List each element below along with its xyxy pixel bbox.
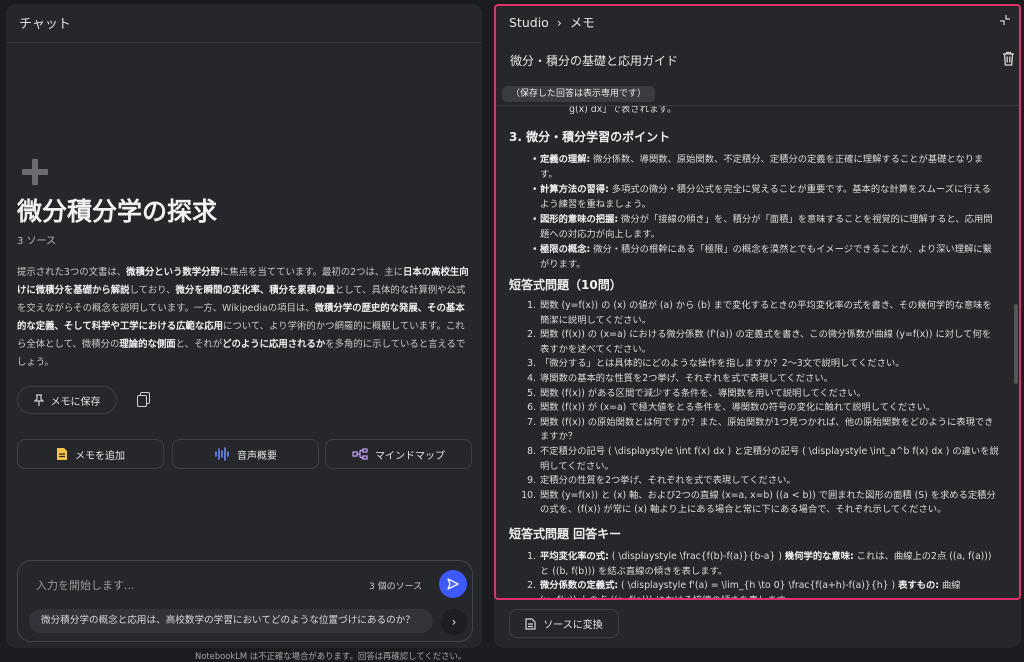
item-text: 定積分の性質を2つ挙げ、それぞれを式で表現してください。 xyxy=(540,475,796,487)
chat-input[interactable]: 入力を開始します... xyxy=(36,577,135,593)
mindmap-button[interactable]: マインドマップ xyxy=(325,439,472,469)
plus-icon xyxy=(22,159,48,185)
item-text: 関数 (y=f(x)) と (x) 軸、および2つの直線 (x=a, x=b) … xyxy=(540,489,996,516)
notebook-summary: 提示された3つの文書は、微積分という数学分野に焦点を当てています。最初の2つは、… xyxy=(17,267,469,368)
send-button[interactable] xyxy=(439,570,467,598)
list-item: 2. 関数 (f(x)) の (x=a) における微分係数 (f'(a)) の定義… xyxy=(527,328,1000,357)
item-text: 微分・積分の根幹にある「極限」の概念を漠然とでもイメージできることが、より深い理… xyxy=(540,244,992,270)
send-icon xyxy=(447,578,459,590)
add-memo-button[interactable]: メモを追加 xyxy=(17,439,164,469)
breadcrumb: Studio › メモ xyxy=(509,12,595,31)
source-count: 3 ソース xyxy=(17,236,57,247)
save-to-memo-button[interactable]: メモに保存 xyxy=(17,386,117,414)
chevron-right-icon[interactable]: › xyxy=(441,609,467,635)
item-number: 3. xyxy=(527,358,536,370)
convert-icon xyxy=(525,617,536,630)
item-term: 定義の理解: xyxy=(540,154,591,165)
list-item: 5. 関数 (f(x)) がある区間で減少する条件を、導関数を用いて説明してくださ… xyxy=(527,387,1000,402)
list-item: 6. 関数 (f(x)) が (x=a) で極大値をとる条件を、導関数の符号の変化… xyxy=(527,401,1000,416)
list-item: 計算方法の習得: 多項式の微分・積分公式を完全に覚えることが重要です。基本的な計… xyxy=(532,182,1000,212)
item-text: 関数 (y=f(x)) の (x) の値が (a) から (b) まで変化すると… xyxy=(540,300,992,326)
copy-icon[interactable] xyxy=(137,392,150,407)
scrollbar[interactable] xyxy=(1014,304,1018,384)
collapse-icon[interactable] xyxy=(999,14,1011,26)
audio-overview-label: 音声概要 xyxy=(237,450,277,462)
item-text: 関数 (f(x)) の原始関数とは何ですか？また、原始関数が1つ見つかれば、他の… xyxy=(540,416,994,443)
list-item: 8. 不定積分の記号 ( \displaystyle \int f(x) dx )… xyxy=(527,445,1000,474)
answer-key-list: 1. 平均変化率の式: ( \displaystyle \frac{f(b)-f(… xyxy=(527,550,1000,600)
list-item: 1. 関数 (y=f(x)) の (x) の値が (a) から (b) まで変化す… xyxy=(527,299,1000,328)
item-term: 表すもの: xyxy=(898,580,939,592)
list-item: 10. 関数 (y=f(x)) と (x) 軸、および2つの直線 (x=a, x=… xyxy=(521,489,1000,518)
suggested-question[interactable]: 微分積分学の概念と応用は、高校数学の学習においてどのような位置づけにあるのか？ xyxy=(29,609,433,633)
memo-title: 微分・積分の基礎と応用ガイド xyxy=(510,54,679,68)
item-number: 9. xyxy=(527,475,536,487)
add-memo-label: メモを追加 xyxy=(75,450,125,462)
chat-panel: チャット 微分積分学の探求 3 ソース 提示された3つの文書は、微積分という数学… xyxy=(6,4,482,648)
section-heading: 短答式問題（10問） xyxy=(509,278,622,292)
breadcrumb-studio[interactable]: Studio xyxy=(509,15,549,30)
item-text: 関数 (f(x)) の (x=a) における微分係数 (f'(a)) の定義式を… xyxy=(540,329,991,355)
list-item: 定義の理解: 微分係数、導関数、原始関数、不定積分、定積分の定義を正確に理解する… xyxy=(532,152,1000,182)
memo-partial-line: g(x) dx」で表されます。 xyxy=(569,106,677,115)
item-number: 2. xyxy=(527,580,536,592)
convert-to-source-label: ソースに変換 xyxy=(543,620,603,631)
item-number: 4. xyxy=(527,372,536,384)
list-item: 図形的意味の把握: 微分が「接線の傾き」を、積分が「面積」を意味することを視覚的… xyxy=(532,212,1000,242)
item-number: 1. xyxy=(527,551,536,562)
note-icon xyxy=(57,448,67,460)
section-heading: 3. 微分・積分学習のポイント xyxy=(509,130,671,144)
item-term: 計算方法の習得: xyxy=(540,184,609,195)
save-to-memo-label: メモに保存 xyxy=(50,396,101,408)
item-number: 7. xyxy=(527,416,536,428)
list-item: 4. 導関数の基本的な性質を2つ挙げ、それぞれを式で表現してください。 xyxy=(527,372,1000,387)
item-number: 5. xyxy=(527,387,536,399)
memo-content[interactable]: g(x) dx」で表されます。 3. 微分・積分学習のポイント 定義の理解: 微… xyxy=(494,106,1015,600)
mindmap-label: マインドマップ xyxy=(375,450,445,462)
convert-to-source-button[interactable]: ソースに変換 xyxy=(509,609,619,638)
item-text: 導関数の基本的な性質を2つ挙げ、それぞれを式で表現してください。 xyxy=(540,372,833,384)
item-text: ( \displaystyle f'(a) = \lim_{h \to 0} \… xyxy=(618,580,899,592)
item-number: 2. xyxy=(527,329,536,341)
disclaimer: NotebookLM は不正確な場合があります。回答は再確認してください。 xyxy=(195,651,467,661)
trash-icon[interactable] xyxy=(1002,51,1015,66)
item-text: 不定積分の記号 ( \displaystyle \int f(x) dx ) と… xyxy=(540,445,999,472)
list-item: 3. 「微分する」とは具体的にどのような操作を指しますか？2〜3文で説明してくださ… xyxy=(527,357,1000,372)
list-item: 極限の概念: 微分・積分の根幹にある「極限」の概念を漠然とでもイメージできること… xyxy=(532,242,1000,272)
studio-panel: Studio › メモ 微分・積分の基礎と応用ガイド （保存した回答は表示専用で… xyxy=(494,4,1021,648)
item-number: 1. xyxy=(527,300,536,311)
item-text: 関数 (f(x)) がある区間で減少する条件を、導関数を用いて説明してください。 xyxy=(540,387,866,399)
input-source-count: 3 個のソース xyxy=(369,582,423,592)
mindmap-icon xyxy=(352,448,368,460)
item-text: ( \displaystyle \frac{f(b)-f(a)}{b-a} ) xyxy=(608,551,785,562)
item-text: 「微分する」とは具体的にどのような操作を指しますか？2〜3文で説明してください。 xyxy=(540,358,905,370)
questions-list: 1. 関数 (y=f(x)) の (x) の値が (a) から (b) まで変化す… xyxy=(521,299,1000,518)
item-term: 幾何学的な意味: xyxy=(784,551,854,562)
section-heading: 短答式問題 回答キー xyxy=(509,527,622,541)
item-number: 6. xyxy=(527,402,536,414)
item-term: 図形的意味の把握: xyxy=(540,214,619,225)
chat-panel-title: チャット xyxy=(19,17,71,32)
list-item: 7. 関数 (f(x)) の原始関数とは何ですか？また、原始関数が1つ見つかれば、… xyxy=(527,416,1000,445)
audio-overview-button[interactable]: 音声概要 xyxy=(172,439,319,469)
list-item: 1. 平均変化率の式: ( \displaystyle \frac{f(b)-f(… xyxy=(527,550,1000,579)
chevron-right-icon: › xyxy=(556,15,562,30)
item-number: 8. xyxy=(527,445,536,457)
waveform-icon xyxy=(215,447,229,461)
chat-input-box[interactable]: 入力を開始します... 3 個のソース 微分積分学の概念と応用は、高校数学の学習… xyxy=(17,560,473,642)
key-points-list: 定義の理解: 微分係数、導関数、原始関数、不定積分、定積分の定義を正確に理解する… xyxy=(532,152,1000,272)
item-term: 微分係数の定義式: xyxy=(540,580,619,592)
list-item: 9. 定積分の性質を2つ挙げ、それぞれを式で表現してください。 xyxy=(527,474,1000,489)
item-term: 平均変化率の式: xyxy=(540,551,609,562)
item-term: 極限の概念: xyxy=(540,244,591,255)
item-text: 関数 (f(x)) が (x=a) で極大値をとる条件を、導関数の符号の変化に触… xyxy=(540,402,936,414)
list-item: 2. 微分係数の定義式: ( \displaystyle f'(a) = \lim… xyxy=(527,579,1000,600)
readonly-badge: （保存した回答は表示専用です） xyxy=(502,86,656,102)
item-text: 微分係数、導関数、原始関数、不定積分、定積分の定義を正確に理解することが基礎とな… xyxy=(540,154,984,180)
notebook-title: 微分積分学の探求 xyxy=(17,197,218,226)
item-number: 10. xyxy=(521,489,536,501)
divider xyxy=(6,42,482,43)
pin-icon xyxy=(33,394,44,406)
breadcrumb-memo: メモ xyxy=(569,15,595,30)
